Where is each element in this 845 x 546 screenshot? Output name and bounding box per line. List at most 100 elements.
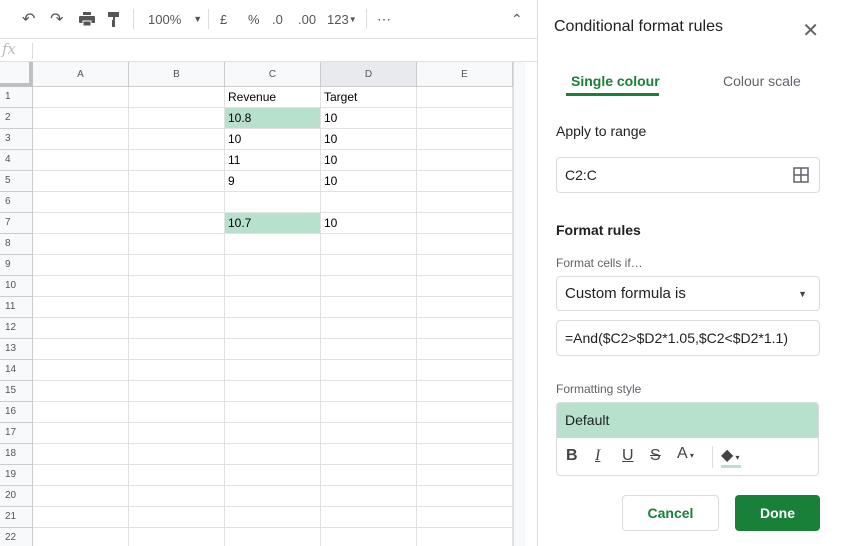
zoom-select[interactable]: 100% ▼ bbox=[148, 11, 202, 27]
more-icon[interactable]: ⋯ bbox=[377, 11, 391, 27]
cell-b10[interactable] bbox=[129, 276, 225, 297]
row-header-16[interactable]: 16 bbox=[0, 402, 33, 423]
cell-d8[interactable] bbox=[321, 234, 417, 255]
range-input[interactable]: C2:C bbox=[556, 157, 820, 193]
cell-c13[interactable] bbox=[225, 339, 321, 360]
cell-b2[interactable] bbox=[129, 108, 225, 129]
cell-c22[interactable] bbox=[225, 528, 321, 546]
row-header-8[interactable]: 8 bbox=[0, 234, 33, 255]
cell-d5[interactable]: 10 bbox=[321, 171, 417, 192]
cell-c18[interactable] bbox=[225, 444, 321, 465]
cell-e14[interactable] bbox=[417, 360, 513, 381]
cell-c15[interactable] bbox=[225, 381, 321, 402]
cell-d2[interactable]: 10 bbox=[321, 108, 417, 129]
cell-b21[interactable] bbox=[129, 507, 225, 528]
cell-a15[interactable] bbox=[33, 381, 129, 402]
tab-colour-scale[interactable]: Colour scale bbox=[723, 73, 801, 89]
cell-a21[interactable] bbox=[33, 507, 129, 528]
cell-a22[interactable] bbox=[33, 528, 129, 546]
cell-e12[interactable] bbox=[417, 318, 513, 339]
cell-b12[interactable] bbox=[129, 318, 225, 339]
cell-e11[interactable] bbox=[417, 297, 513, 318]
cell-e15[interactable] bbox=[417, 381, 513, 402]
cell-e21[interactable] bbox=[417, 507, 513, 528]
row-header-22[interactable]: 22 bbox=[0, 528, 33, 546]
close-icon[interactable]: ✕ bbox=[802, 18, 819, 43]
cell-a20[interactable] bbox=[33, 486, 129, 507]
cell-a5[interactable] bbox=[33, 171, 129, 192]
cell-a13[interactable] bbox=[33, 339, 129, 360]
currency-button[interactable]: £ bbox=[220, 11, 227, 27]
cell-c16[interactable] bbox=[225, 402, 321, 423]
cell-d21[interactable] bbox=[321, 507, 417, 528]
text-color-button[interactable]: A ▾ bbox=[677, 445, 694, 463]
cell-a9[interactable] bbox=[33, 255, 129, 276]
cell-e4[interactable] bbox=[417, 150, 513, 171]
collapse-icon[interactable]: ⌃ bbox=[511, 11, 523, 27]
cell-a16[interactable] bbox=[33, 402, 129, 423]
cell-b22[interactable] bbox=[129, 528, 225, 546]
cell-d13[interactable] bbox=[321, 339, 417, 360]
cell-c19[interactable] bbox=[225, 465, 321, 486]
cell-c1[interactable]: Revenue bbox=[225, 87, 321, 108]
cell-e22[interactable] bbox=[417, 528, 513, 546]
undo-icon[interactable]: ↶ bbox=[22, 11, 35, 28]
cell-b14[interactable] bbox=[129, 360, 225, 381]
cell-a14[interactable] bbox=[33, 360, 129, 381]
row-header-2[interactable]: 2 bbox=[0, 108, 33, 129]
row-header-21[interactable]: 21 bbox=[0, 507, 33, 528]
cell-e2[interactable] bbox=[417, 108, 513, 129]
cell-e1[interactable] bbox=[417, 87, 513, 108]
cell-a12[interactable] bbox=[33, 318, 129, 339]
cell-b4[interactable] bbox=[129, 150, 225, 171]
cell-d1[interactable]: Target bbox=[321, 87, 417, 108]
cell-b7[interactable] bbox=[129, 213, 225, 234]
row-header-13[interactable]: 13 bbox=[0, 339, 33, 360]
cell-c21[interactable] bbox=[225, 507, 321, 528]
cell-c5[interactable]: 9 bbox=[225, 171, 321, 192]
cell-d17[interactable] bbox=[321, 423, 417, 444]
row-header-9[interactable]: 9 bbox=[0, 255, 33, 276]
condition-select[interactable]: Custom formula is ▼ bbox=[556, 276, 820, 311]
cell-c12[interactable] bbox=[225, 318, 321, 339]
done-button[interactable]: Done bbox=[735, 495, 820, 531]
row-header-14[interactable]: 14 bbox=[0, 360, 33, 381]
spreadsheet-grid[interactable]: A B C D E 1 Revenue Target 2 10.8 10 3 10 10 4 11 10 5 9 10… bbox=[0, 62, 525, 546]
cell-d20[interactable] bbox=[321, 486, 417, 507]
row-header-7[interactable]: 7 bbox=[0, 213, 33, 234]
cell-a17[interactable] bbox=[33, 423, 129, 444]
row-header-17[interactable]: 17 bbox=[0, 423, 33, 444]
cell-b6[interactable] bbox=[129, 192, 225, 213]
row-header-3[interactable]: 3 bbox=[0, 129, 33, 150]
column-header-b[interactable]: B bbox=[129, 62, 225, 87]
bold-button[interactable]: B bbox=[566, 447, 578, 465]
strikethrough-button[interactable]: S bbox=[650, 447, 661, 465]
row-header-18[interactable]: 18 bbox=[0, 444, 33, 465]
cell-d11[interactable] bbox=[321, 297, 417, 318]
cell-a6[interactable] bbox=[33, 192, 129, 213]
row-header-12[interactable]: 12 bbox=[0, 318, 33, 339]
increase-decimal-button[interactable]: .00 bbox=[298, 11, 316, 27]
cell-a2[interactable] bbox=[33, 108, 129, 129]
row-header-5[interactable]: 5 bbox=[0, 171, 33, 192]
cell-e5[interactable] bbox=[417, 171, 513, 192]
cell-b11[interactable] bbox=[129, 297, 225, 318]
cell-e16[interactable] bbox=[417, 402, 513, 423]
cell-e8[interactable] bbox=[417, 234, 513, 255]
print-icon[interactable] bbox=[78, 11, 96, 27]
cell-c4[interactable]: 11 bbox=[225, 150, 321, 171]
cell-c11[interactable] bbox=[225, 297, 321, 318]
cell-b5[interactable] bbox=[129, 171, 225, 192]
cell-c6[interactable] bbox=[225, 192, 321, 213]
cell-a10[interactable] bbox=[33, 276, 129, 297]
row-header-1[interactable]: 1 bbox=[0, 87, 33, 108]
cell-b18[interactable] bbox=[129, 444, 225, 465]
select-range-icon[interactable] bbox=[793, 167, 809, 186]
cell-a19[interactable] bbox=[33, 465, 129, 486]
cell-a18[interactable] bbox=[33, 444, 129, 465]
cell-c17[interactable] bbox=[225, 423, 321, 444]
cell-b15[interactable] bbox=[129, 381, 225, 402]
column-header-e[interactable]: E bbox=[417, 62, 513, 87]
row-header-19[interactable]: 19 bbox=[0, 465, 33, 486]
cell-d3[interactable]: 10 bbox=[321, 129, 417, 150]
